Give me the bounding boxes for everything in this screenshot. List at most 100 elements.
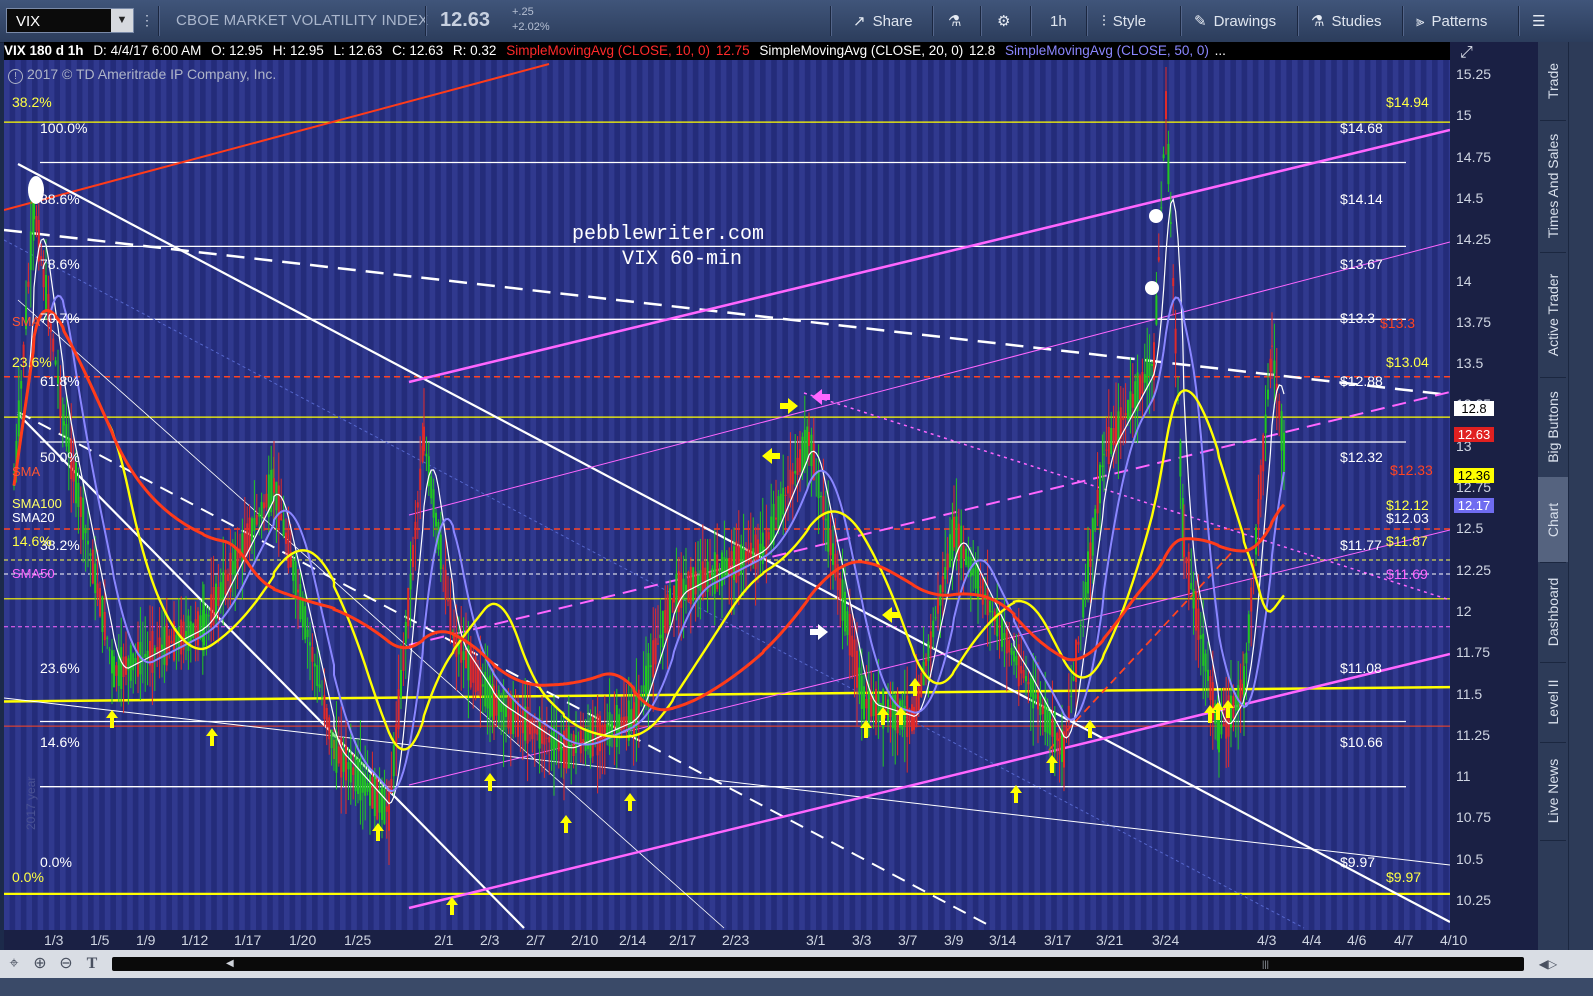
side-tab-big-buttons[interactable]: Big Buttons: [1538, 377, 1568, 477]
settings-button[interactable]: ⚙: [997, 11, 1017, 33]
side-tab-active-trader[interactable]: Active Trader: [1538, 252, 1568, 377]
chart-canvas: [4, 60, 1450, 930]
candle-body: [911, 704, 913, 732]
candle-body: [1103, 454, 1105, 456]
candle-body: [1250, 587, 1253, 612]
candle-body: [345, 745, 347, 781]
candle-body: [1051, 718, 1054, 737]
candle-body: [54, 360, 57, 365]
candle-body: [1185, 557, 1188, 564]
candle-body: [889, 705, 892, 717]
candle-body: [316, 665, 319, 686]
session-stripe: [519, 60, 525, 930]
candle-body: [1262, 434, 1265, 472]
patterns-button[interactable]: ⫸ Patterns: [1416, 11, 1487, 33]
crosshair-icon[interactable]: ⌖: [4, 954, 24, 974]
date-label: 3/7: [898, 932, 918, 948]
symbol-selector[interactable]: VIX ▼: [6, 8, 134, 33]
zoom-in-icon[interactable]: ⊕: [30, 954, 50, 974]
candle-body: [359, 758, 362, 801]
session-stripe: [474, 60, 480, 930]
price-tick: 10.25: [1456, 892, 1492, 908]
session-stripe: [1068, 60, 1074, 930]
candle-body: [647, 653, 650, 695]
candle-body: [560, 733, 563, 762]
axis-expand-icon[interactable]: ⤢: [1460, 44, 1473, 62]
menu-button[interactable]: ☰: [1532, 11, 1552, 33]
candle-body: [1091, 518, 1094, 556]
link-icon[interactable]: ⋮: [140, 12, 154, 30]
candle-body: [949, 534, 951, 568]
candle-body: [347, 762, 350, 770]
scroll-grip-icon[interactable]: |||: [1262, 959, 1269, 969]
toolbar-divider: [1402, 6, 1403, 36]
session-stripe: [720, 60, 727, 930]
side-tab-level-ii[interactable]: Level II: [1538, 662, 1568, 742]
candle-body: [282, 519, 285, 536]
side-tab-chart[interactable]: Chart: [1538, 477, 1568, 562]
side-tab-dashboard[interactable]: Dashboard: [1538, 562, 1568, 662]
candle-body: [601, 724, 604, 740]
session-stripe: [900, 60, 906, 930]
legend-series: VIX 180 d 1h: [4, 43, 84, 58]
side-tab-trade[interactable]: Trade: [1538, 42, 1568, 120]
candle-body: [754, 534, 757, 570]
drawings-button[interactable]: ✎ Drawings: [1194, 11, 1276, 33]
chevron-down-icon[interactable]: ▼: [111, 9, 133, 32]
candle-body: [1037, 692, 1039, 710]
candle-body: [82, 497, 85, 540]
candle-body: [779, 493, 782, 521]
session-stripe: [1090, 60, 1096, 930]
candle-body: [716, 554, 719, 590]
candle-body: [1264, 414, 1267, 434]
side-tab-times-and-sales[interactable]: Times And Sales: [1538, 120, 1568, 252]
candle-body: [219, 582, 222, 602]
session-stripe: [4, 60, 10, 930]
info-icon: !: [8, 69, 23, 84]
candle-body: [352, 767, 355, 775]
chart-legend: VIX 180 d 1h D: 4/4/17 6:00 AM O: 12.95 …: [4, 42, 1450, 60]
legend-more: ...: [1214, 43, 1226, 58]
date-label: 1/17: [234, 932, 262, 948]
candle-body: [311, 647, 314, 662]
candle-body: [906, 695, 909, 738]
time-scrollbar[interactable]: ◀ ||| ▶: [112, 957, 1524, 971]
candle-body: [385, 806, 388, 812]
candle-body: [388, 792, 390, 831]
candle-body: [442, 567, 445, 569]
candle-body: [934, 617, 937, 619]
session-stripe: [216, 60, 223, 930]
share-button[interactable]: ↗ Share: [853, 11, 913, 33]
date-label: 2/7: [526, 932, 546, 948]
candle-body: [1192, 588, 1195, 609]
side-tab-label: Trade: [1545, 62, 1561, 100]
session-stripe: [1168, 60, 1175, 930]
price-axis[interactable]: ⤢ 15.251514.7514.514.251413.7513.513.251…: [1450, 42, 1538, 991]
date-label: 3/14: [989, 932, 1017, 948]
chart-toolbar: VIX ▼ ⋮ CBOE MARKET VOLATILITY INDEX 12.…: [0, 0, 1593, 43]
price-tick: 14.5: [1456, 189, 1484, 206]
text-tool-icon[interactable]: T: [82, 954, 102, 974]
price-tick: 12: [1456, 602, 1472, 619]
style-button[interactable]: ⫶ Style: [1102, 11, 1146, 33]
candle-body: [1139, 375, 1141, 400]
timeframe-button[interactable]: 1h: [1050, 11, 1067, 33]
candle-body: [782, 487, 785, 515]
date-axis[interactable]: 1/3 1/5 1/9 1/12 1/17 1/20 1/25 2/1 2/3 2/7 2/10 2/…: [4, 930, 1538, 950]
scroll-left-icon[interactable]: ◀: [226, 958, 234, 969]
side-tab-live-news[interactable]: Live News: [1538, 742, 1568, 840]
candle-body: [853, 639, 856, 676]
zoom-out-icon[interactable]: ⊖: [56, 954, 76, 974]
studies-button[interactable]: ⚗ Studies: [1311, 11, 1382, 33]
candle-body: [664, 609, 667, 634]
flask-button[interactable]: ⚗: [948, 11, 968, 33]
candle-body: [565, 728, 568, 769]
candle-body: [654, 638, 657, 665]
expand-left-icon[interactable]: ◀▷: [1538, 954, 1558, 974]
candle-body: [789, 469, 792, 498]
candle-body: [231, 560, 234, 575]
sma10-price-badge: 12.36: [1454, 468, 1494, 483]
session-stripe: [1124, 60, 1130, 930]
watermark-site: pebblewriter.com: [572, 223, 765, 246]
price-chart[interactable]: ! 2017 © TD Ameritrade IP Company, Inc. p…: [4, 60, 1450, 930]
